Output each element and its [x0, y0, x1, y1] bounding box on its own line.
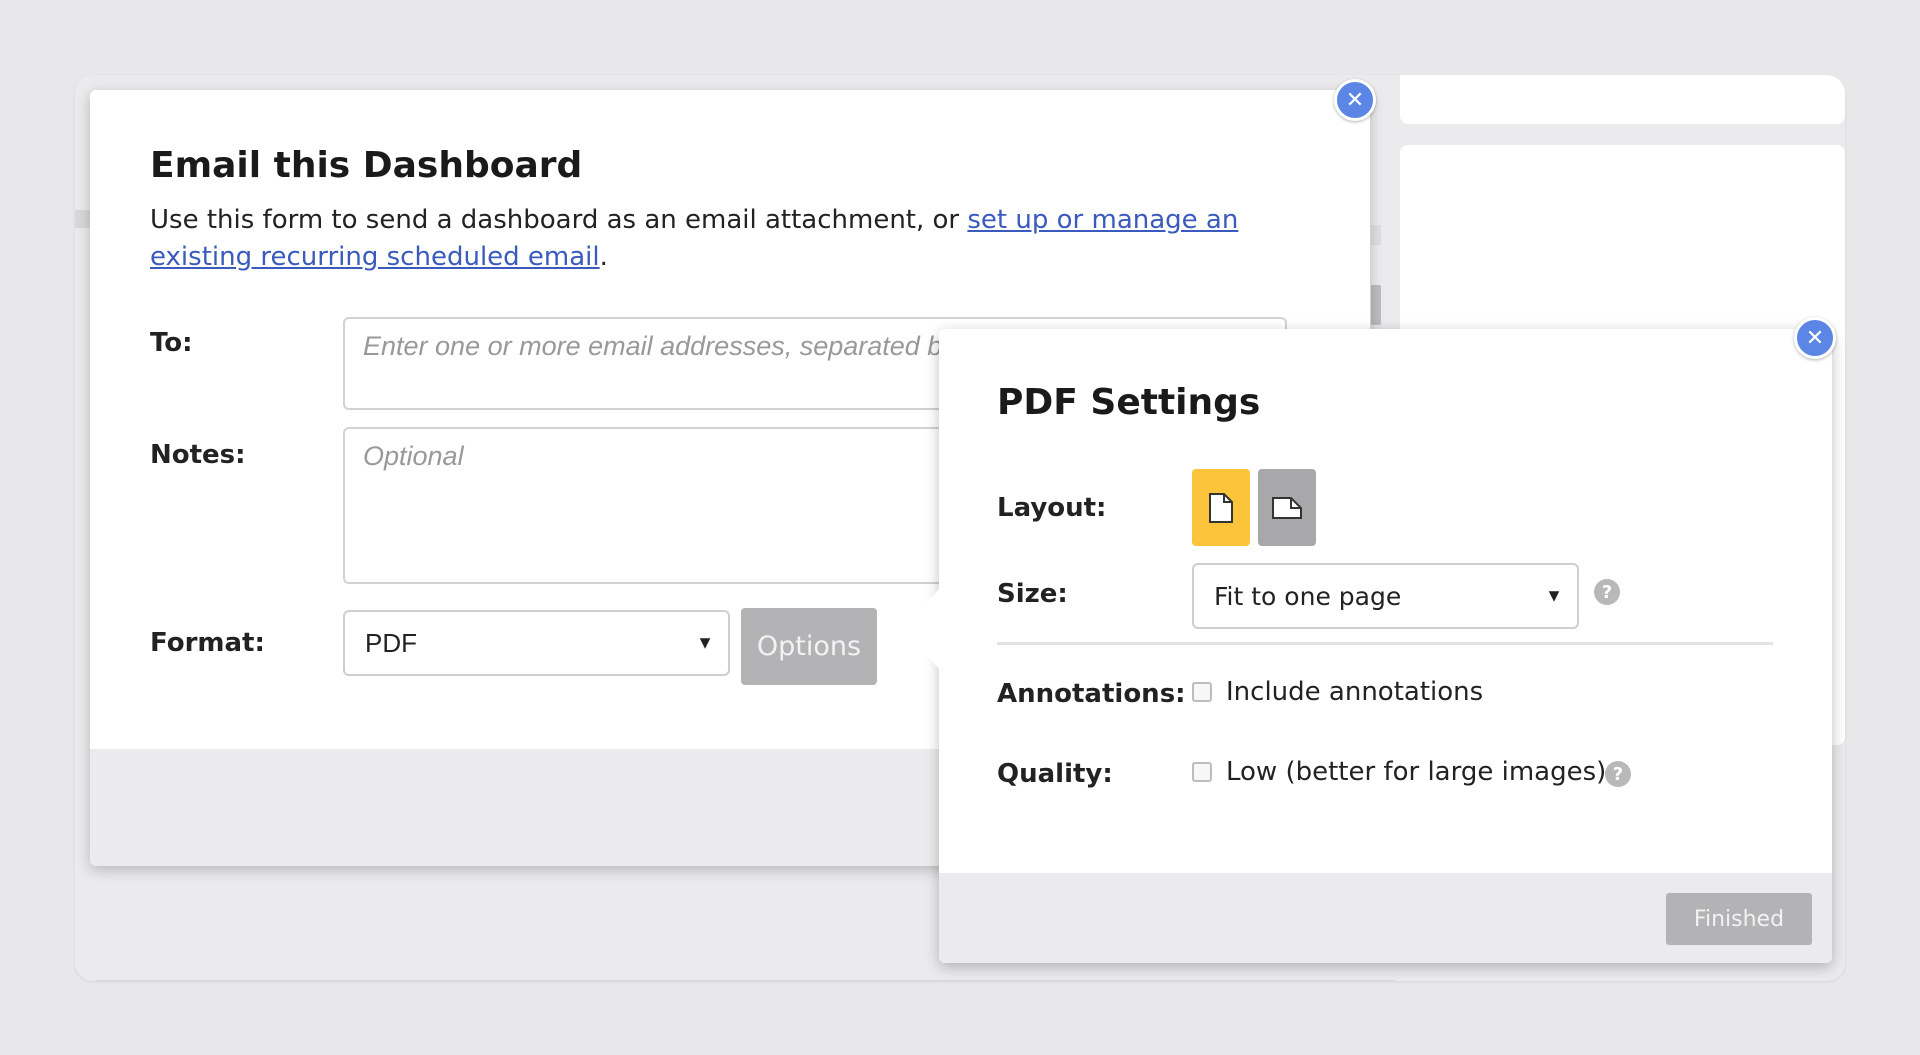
layout-label: Layout: — [997, 493, 1107, 523]
pdf-settings-footer: Finished — [939, 873, 1832, 963]
close-icon: ✕ — [1345, 87, 1365, 113]
size-label: Size: — [997, 579, 1068, 609]
to-label: To: — [150, 328, 193, 358]
annotations-option[interactable]: Include annotations — [1192, 677, 1483, 707]
landscape-page-icon — [1272, 496, 1302, 519]
scrollbar-track — [1371, 225, 1381, 245]
dashboard-tile — [1400, 75, 1845, 124]
annotations-label: Annotations: — [997, 679, 1186, 709]
layout-landscape-button[interactable] — [1258, 469, 1316, 546]
size-select-value: Fit to one page — [1214, 581, 1402, 611]
description-text: Use this form to send a dashboard as an … — [150, 205, 968, 235]
finished-button[interactable]: Finished — [1666, 893, 1812, 945]
background-divider — [95, 980, 1395, 981]
dialog-title: Email this Dashboard — [150, 145, 583, 186]
close-icon: ✕ — [1805, 325, 1825, 351]
description-suffix: . — [599, 242, 608, 272]
format-select-value: PDF — [365, 627, 417, 658]
notes-label: Notes: — [150, 440, 246, 470]
annotations-option-label: Include annotations — [1226, 677, 1484, 707]
format-label: Format: — [150, 628, 265, 658]
close-email-dialog-button[interactable]: ✕ — [1334, 79, 1376, 121]
pdf-settings-popover: ✕ PDF Settings Layout: Size: Fit to one … — [903, 317, 1836, 963]
quality-option[interactable]: Low (better for large images) — [1192, 757, 1606, 787]
caret-down-icon: ▼ — [696, 632, 714, 653]
options-button[interactable]: Options — [741, 608, 877, 685]
pdf-settings-title: PDF Settings — [997, 382, 1261, 423]
close-pdf-settings-button[interactable]: ✕ — [1794, 317, 1836, 359]
layout-portrait-button[interactable] — [1192, 469, 1250, 546]
help-icon[interactable]: ? — [1605, 761, 1631, 787]
dialog-description: Use this form to send a dashboard as an … — [150, 202, 1310, 276]
format-select[interactable]: PDF ▼ — [343, 610, 730, 676]
quality-checkbox[interactable] — [1192, 762, 1212, 782]
caret-down-icon: ▼ — [1545, 585, 1563, 606]
section-divider — [997, 642, 1773, 645]
size-select[interactable]: Fit to one page ▼ — [1192, 563, 1579, 629]
quality-label: Quality: — [997, 759, 1113, 789]
popover-arrow — [903, 589, 939, 669]
scrollbar-thumb[interactable] — [1371, 285, 1381, 325]
quality-option-label: Low (better for large images) — [1226, 757, 1607, 787]
help-icon[interactable]: ? — [1594, 579, 1620, 605]
portrait-page-icon — [1209, 492, 1233, 523]
annotations-checkbox[interactable] — [1192, 682, 1212, 702]
